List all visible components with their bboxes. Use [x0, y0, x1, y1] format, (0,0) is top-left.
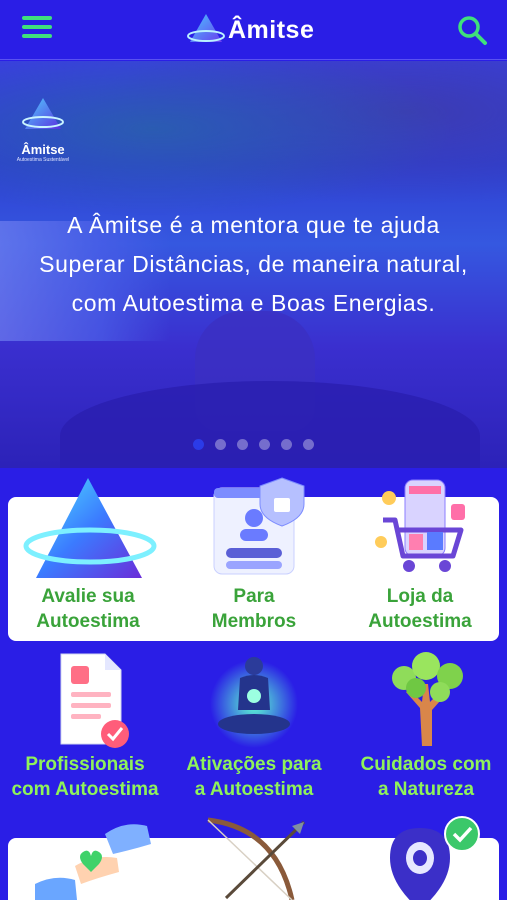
hero-rock-bg — [60, 381, 480, 468]
top-app-bar: Âmitse — [0, 0, 507, 60]
carousel-dots — [193, 439, 314, 451]
carousel-dot[interactable] — [237, 439, 248, 450]
tile-avalie-autoestima[interactable]: Avalie sua Autoestima — [8, 474, 168, 638]
tile-cuidados-natureza[interactable]: Cuidados com a Natureza — [348, 648, 504, 808]
tile-profissionais[interactable]: Profissionais com Autoestima — [0, 648, 170, 808]
tile-label-line1: Ativações para — [186, 754, 322, 775]
tile-label-line1: Profissionais — [25, 754, 145, 775]
tile-row3-2[interactable] — [196, 814, 316, 900]
carousel-dot[interactable] — [259, 439, 270, 450]
hero-headline: A Âmitse é a mentora que te ajuda Supera… — [0, 206, 507, 323]
brand-mark-icon — [187, 14, 225, 42]
hamburger-menu-icon[interactable] — [22, 16, 52, 42]
brand-name: Âmitse — [228, 15, 315, 44]
hero-logo-tagline: Autoestima Sustentável — [16, 157, 70, 163]
hero-line-1: A Âmitse é a mentora que te ajuda — [67, 212, 440, 238]
tile-row3-1[interactable] — [30, 814, 160, 900]
tile-label-line1: Loja da — [386, 586, 454, 607]
hero-banner[interactable]: Âmitse Autoestima Sustentável A Âmitse é… — [0, 61, 507, 468]
hero-line-2: Superar Distâncias, de maneira natural, — [39, 251, 468, 277]
tile-label-line1: Cuidados com — [360, 754, 492, 775]
carousel-dot[interactable] — [281, 439, 292, 450]
carousel-dot[interactable] — [303, 439, 314, 450]
tile-label-line2: Autoestima — [36, 611, 140, 632]
tile-label-line2: a Autoestima — [194, 779, 314, 800]
tile-label-line2: Membros — [211, 611, 297, 632]
document-check-icon — [60, 653, 129, 748]
meditation-icon — [210, 657, 298, 748]
bow-arrow-icon — [207, 817, 306, 900]
brand-logo[interactable]: Âmitse — [186, 10, 314, 50]
hand-heart-icon — [35, 824, 151, 900]
tile-para-membros[interactable]: Para Membros — [178, 474, 330, 638]
tile-label-line1: Avalie sua — [41, 586, 135, 607]
hero-logo: Âmitse Autoestima Sustentável — [12, 95, 74, 163]
tile-row3-3[interactable] — [370, 814, 490, 900]
triangle-logo-icon — [23, 478, 157, 578]
tile-label-line2: com Autoestima — [11, 779, 159, 800]
hero-line-3: com Autoestima e Boas Energias. — [71, 290, 436, 316]
tree-icon — [392, 652, 463, 746]
carousel-dot[interactable] — [215, 439, 226, 450]
hero-logo-name: Âmitse — [21, 142, 65, 157]
tile-label-line1: Para — [233, 586, 275, 607]
member-login-icon — [213, 477, 305, 575]
tile-ativacoes[interactable]: Ativações para a Autoestima — [176, 648, 332, 808]
search-icon[interactable] — [456, 14, 488, 46]
shopping-cart-icon — [375, 479, 465, 572]
tile-label-line2: Autoestima — [368, 611, 472, 632]
hero-logo-mark-icon — [22, 98, 64, 129]
tile-label-line2: a Natureza — [377, 779, 475, 800]
tile-loja-autoestima[interactable]: Loja da Autoestima — [340, 474, 500, 638]
carousel-dot[interactable] — [193, 439, 204, 450]
location-pin-icon — [390, 816, 480, 900]
